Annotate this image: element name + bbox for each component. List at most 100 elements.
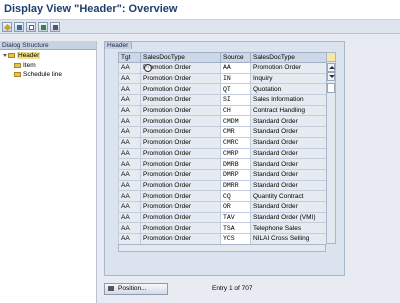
select-block-button[interactable] [38, 22, 48, 32]
cell-source[interactable]: CH [220, 104, 251, 117]
cell-target-doctype[interactable]: Promotion Order [140, 147, 221, 160]
table-row[interactable]: AA Promotion Order DMRR Standard Order [118, 179, 327, 192]
cell-source-doctype[interactable]: Contract Handling [250, 104, 327, 117]
column-header-target-doctype[interactable]: SalesDocType [140, 52, 221, 63]
cell-source-doctype[interactable]: Standard Order [250, 126, 327, 138]
cell-tgt[interactable]: AA [118, 200, 141, 213]
details-button[interactable] [14, 22, 24, 32]
cell-tgt[interactable]: AA [118, 147, 141, 160]
cell-target-doctype[interactable]: Promotion Order [140, 62, 221, 74]
cell-tgt[interactable]: AA [118, 168, 141, 181]
cell-source[interactable]: QT [220, 83, 251, 96]
cell-source-doctype[interactable]: Telephone Sales [250, 222, 327, 234]
cell-tgt[interactable]: AA [118, 136, 141, 149]
cell-source[interactable]: IN [220, 72, 251, 85]
cell-source[interactable]: OR [220, 200, 251, 213]
cell-target-doctype[interactable]: Promotion Order [140, 126, 221, 138]
deselect-button[interactable] [50, 22, 60, 32]
cell-target-doctype[interactable]: Promotion Order [140, 233, 221, 245]
table-row[interactable]: AA Promotion Order QT Quotation [118, 83, 327, 96]
table-row[interactable]: AA Promotion Order YCS NILAI Cross Selling [118, 233, 327, 245]
table-row[interactable]: AA Promotion Order CMR Standard Order [118, 126, 327, 138]
cell-tgt[interactable]: AA [118, 179, 141, 192]
edit-button[interactable] [2, 22, 12, 32]
table-row[interactable]: AA Promotion Order CH Contract Handling [118, 104, 327, 117]
cell-source[interactable]: CMRP [220, 147, 251, 160]
cell-target-doctype[interactable]: Promotion Order [140, 158, 221, 170]
cell-target-doctype[interactable]: Promotion Order [140, 168, 221, 181]
cell-source[interactable]: DMRR [220, 179, 251, 192]
cell-source-doctype[interactable]: Standard Order [250, 115, 327, 128]
horizontal-scrollbar[interactable] [118, 244, 326, 252]
cell-source-doctype[interactable]: Standard Order [250, 136, 327, 149]
cell-target-doctype[interactable]: Promotion Order [140, 115, 221, 128]
cell-target-doctype[interactable]: Promotion Order [140, 222, 221, 234]
cell-target-doctype[interactable]: Promotion Order [140, 200, 221, 213]
cell-tgt[interactable]: AA [118, 83, 141, 96]
cell-source-doctype[interactable]: Standard Order [250, 179, 327, 192]
cell-target-doctype[interactable]: Promotion Order [140, 83, 221, 96]
cell-source[interactable]: CQ [220, 190, 251, 202]
table-settings-icon[interactable] [326, 52, 336, 62]
cell-target-doctype[interactable]: Promotion Order [140, 104, 221, 117]
table-row[interactable]: AA Promotion Order IN Inquiry [118, 72, 327, 85]
cell-target-doctype[interactable]: Promotion Order [140, 211, 221, 224]
cell-target-doctype[interactable]: Promotion Order [140, 179, 221, 192]
vertical-scrollbar[interactable] [326, 52, 336, 244]
table-row[interactable]: AA Promotion Order TSA Telephone Sales [118, 222, 327, 234]
cell-tgt[interactable]: AA [118, 190, 141, 202]
table-row[interactable]: AA Promotion Order CQ Quantity Contract [118, 190, 327, 202]
cell-tgt[interactable]: AA [118, 126, 141, 138]
cell-target-doctype[interactable]: Promotion Order [140, 94, 221, 106]
tree-item-schedule-line[interactable]: Schedule line [14, 71, 62, 79]
cell-source[interactable]: TSA [220, 222, 251, 234]
cell-source-doctype[interactable]: Sales Information [250, 94, 327, 106]
cell-source[interactable]: YCS [220, 233, 251, 245]
cell-source[interactable]: DMRP [220, 168, 251, 181]
cell-source[interactable]: CMR [220, 126, 251, 138]
table-row[interactable]: AA Promotion Order OR Standard Order [118, 200, 327, 213]
scroll-thumb[interactable] [327, 83, 335, 93]
cell-source-doctype[interactable]: Quotation [250, 83, 327, 96]
cell-tgt[interactable]: AA [118, 233, 141, 245]
table-row[interactable]: AA Promotion Order SI Sales Information [118, 94, 327, 106]
column-header-tgt[interactable]: Tgt [118, 52, 141, 63]
position-button[interactable]: Position... [104, 283, 168, 295]
cell-source[interactable]: CMDM [220, 115, 251, 128]
table-row[interactable]: AA Promotion Order CMDM Standard Order [118, 115, 327, 128]
cell-source-doctype[interactable]: Standard Order [250, 168, 327, 181]
cell-source[interactable]: DMRB [220, 158, 251, 170]
cell-source[interactable]: TAV [220, 211, 251, 224]
table-row[interactable]: AA Promotion Order DMRP Standard Order [118, 168, 327, 181]
column-header-source-doctype[interactable]: SalesDocType [250, 52, 327, 63]
cell-source-doctype[interactable]: Standard Order [250, 200, 327, 213]
table-row[interactable]: AA Promotion Order CMRP Standard Order [118, 147, 327, 160]
cell-source-doctype[interactable]: Standard Order [250, 158, 327, 170]
cell-source-doctype[interactable]: Standard Order (VMI) [250, 211, 327, 224]
cell-target-doctype[interactable]: Promotion Order [140, 190, 221, 202]
cell-source[interactable]: AA [220, 62, 251, 74]
tree-item-item[interactable]: Item [14, 62, 36, 70]
cell-tgt[interactable]: AA [118, 94, 141, 106]
scroll-up-button[interactable] [327, 63, 335, 72]
cell-source-doctype[interactable]: Standard Order [250, 147, 327, 160]
cell-tgt[interactable]: AA [118, 211, 141, 224]
cell-source[interactable]: CMRC [220, 136, 251, 149]
tree-item-header[interactable]: Header [3, 52, 41, 60]
cell-target-doctype[interactable]: Promotion Order [140, 136, 221, 149]
scroll-down-button[interactable] [327, 72, 335, 81]
cell-tgt[interactable]: AA [118, 62, 141, 74]
cell-tgt[interactable]: AA [118, 104, 141, 117]
cell-tgt[interactable]: AA [118, 222, 141, 234]
cell-tgt[interactable]: AA [118, 115, 141, 128]
cell-source-doctype[interactable]: NILAI Cross Selling [250, 233, 327, 245]
column-header-source[interactable]: Source [220, 52, 251, 63]
cell-tgt[interactable]: AA [118, 158, 141, 170]
cell-source-doctype[interactable]: Promotion Order [250, 62, 327, 74]
cell-source-doctype[interactable]: Inquiry [250, 72, 327, 85]
cell-source-doctype[interactable]: Quantity Contract [250, 190, 327, 202]
table-row[interactable]: AA Promotion Order DMRB Standard Order [118, 158, 327, 170]
cell-source[interactable]: SI [220, 94, 251, 106]
expand-triangle-icon[interactable] [3, 53, 7, 57]
select-all-button[interactable] [26, 22, 36, 32]
